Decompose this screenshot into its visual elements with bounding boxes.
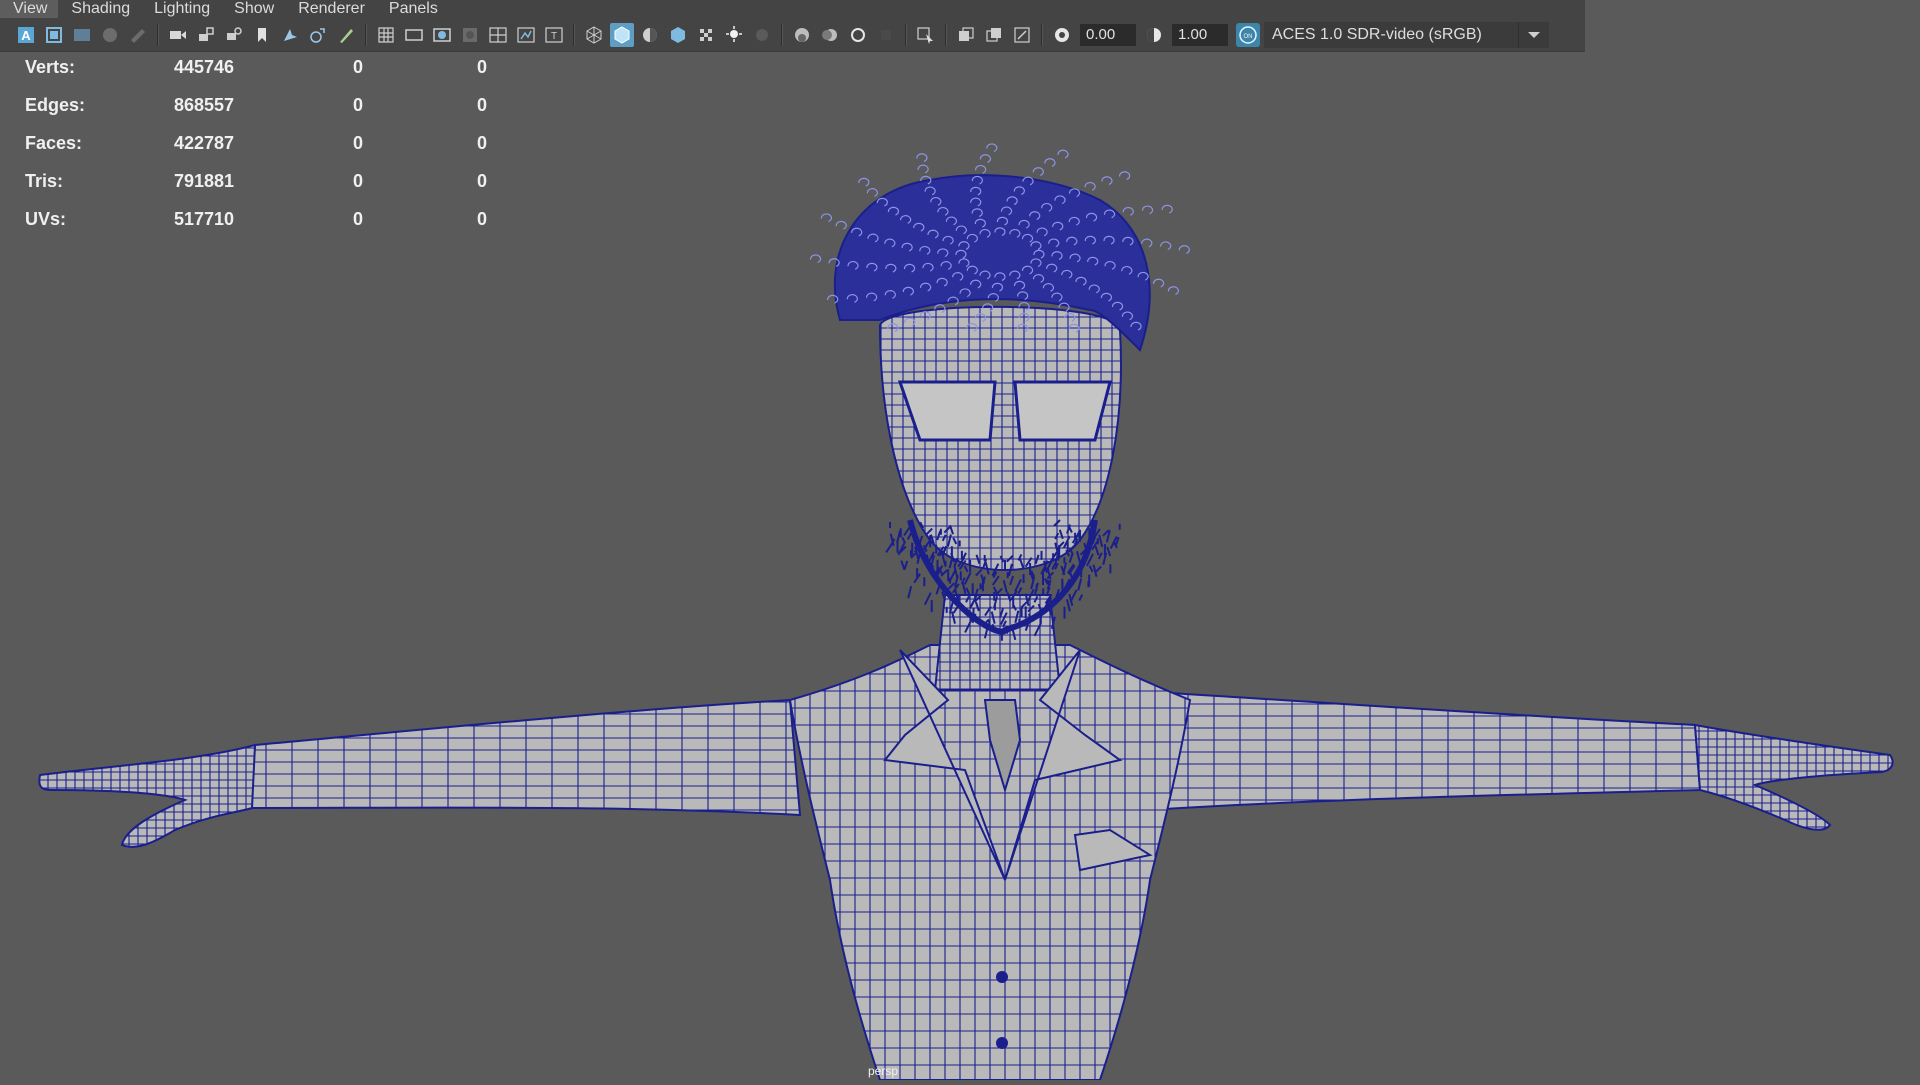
hud-component: 0 xyxy=(477,133,488,153)
grid-icon[interactable] xyxy=(374,23,398,47)
default-material-icon[interactable] xyxy=(638,23,662,47)
3d-viewport[interactable] xyxy=(0,52,1920,1081)
xray-components-icon[interactable] xyxy=(1010,23,1034,47)
hud-total: 868557 xyxy=(174,95,235,115)
hud-label: Faces: xyxy=(25,133,83,153)
image-plane-icon[interactable] xyxy=(98,23,122,47)
view-transform-dropdown[interactable]: ACES 1.0 SDR-video (sRGB) xyxy=(1264,21,1549,48)
smooth-shade-wireframe-icon[interactable] xyxy=(610,22,634,47)
hud-label: Verts: xyxy=(25,57,76,77)
hud-total: 791881 xyxy=(174,171,235,191)
wireframe-icon[interactable] xyxy=(582,23,606,47)
viewport-menu-bar: View Shading Lighting Show Renderer Pane… xyxy=(0,0,1585,18)
exposure-field[interactable]: 0.00 xyxy=(1080,23,1136,46)
xray-joints-icon[interactable] xyxy=(982,23,1006,47)
checker-icon[interactable] xyxy=(694,23,718,47)
anti-aliasing-icon[interactable] xyxy=(846,23,870,47)
menu-lighting[interactable]: Lighting xyxy=(141,0,221,18)
bookmarks-icon[interactable] xyxy=(70,23,94,47)
camera-name-label: persp xyxy=(868,1064,899,1078)
2d-pan-zoom-icon[interactable] xyxy=(126,23,150,47)
hud-label: Tris: xyxy=(25,171,64,191)
hud-selected: 0 xyxy=(353,133,364,153)
field-chart-icon[interactable] xyxy=(486,23,510,47)
svg-text:A: A xyxy=(21,28,31,43)
hud-component: 0 xyxy=(477,209,488,229)
right-hand-mesh xyxy=(1693,723,1894,831)
grease-pencil-icon[interactable] xyxy=(278,23,302,47)
paint-brush-icon[interactable] xyxy=(334,23,358,47)
hud-component: 0 xyxy=(477,171,488,191)
xray-icon[interactable] xyxy=(954,23,978,47)
lights-icon[interactable] xyxy=(722,23,746,47)
safe-title-icon[interactable]: T xyxy=(542,23,566,47)
right-arm-mesh xyxy=(1119,688,1702,814)
character-wireframe-mesh[interactable] xyxy=(0,52,1920,1081)
ambient-occlusion-icon[interactable] xyxy=(790,23,814,47)
shadows-icon[interactable] xyxy=(750,23,774,47)
hud-label: Edges: xyxy=(25,95,86,115)
hud-component: 0 xyxy=(477,57,488,77)
hud-selected: 0 xyxy=(353,171,364,191)
shirt-button xyxy=(996,971,1008,983)
chevron-down-icon[interactable] xyxy=(1518,21,1549,48)
hud-selected: 0 xyxy=(353,95,364,115)
camera-icon[interactable] xyxy=(166,23,190,47)
menu-show[interactable]: Show xyxy=(221,0,285,18)
snap-icon[interactable] xyxy=(306,23,330,47)
hud-selected: 0 xyxy=(353,209,364,229)
depth-of-field-icon[interactable] xyxy=(874,23,898,47)
menu-renderer[interactable]: Renderer xyxy=(285,0,376,18)
toolbar-separator xyxy=(781,23,783,46)
select-camera-icon[interactable]: A xyxy=(14,23,38,47)
color-management-toggle[interactable]: ON xyxy=(1236,22,1260,47)
film-gate-toggle-icon[interactable] xyxy=(402,23,426,47)
toolbar-separator xyxy=(945,23,947,46)
motion-blur-icon[interactable] xyxy=(818,23,842,47)
lock-camera-icon[interactable] xyxy=(194,23,218,47)
hud-selected: 0 xyxy=(353,57,364,77)
textured-icon[interactable] xyxy=(666,23,690,47)
gate-mask-icon[interactable] xyxy=(458,23,482,47)
safe-action-icon[interactable] xyxy=(514,23,538,47)
svg-text:T: T xyxy=(551,31,557,42)
camera-attributes-icon[interactable] xyxy=(42,23,66,47)
toolbar-separator xyxy=(573,23,575,46)
hud-total: 445746 xyxy=(174,57,235,77)
toolbar-separator xyxy=(1041,23,1043,46)
menu-shading[interactable]: Shading xyxy=(58,0,141,18)
resolution-gate-icon[interactable] xyxy=(430,23,454,47)
hud-total: 422787 xyxy=(174,133,235,153)
bookmark-icon[interactable] xyxy=(250,23,274,47)
film-gate-icon[interactable] xyxy=(222,23,246,47)
color-management-badge: ON xyxy=(1244,34,1253,40)
toolbar-separator xyxy=(905,23,907,46)
hud-label: UVs: xyxy=(25,209,67,229)
toolbar-separator xyxy=(157,23,159,46)
viewport-toolbar: A T 0.00 1.00 ON ACES 1.0 SDR-video (sRG… xyxy=(0,18,1585,52)
menu-view[interactable]: View xyxy=(0,0,59,18)
right-lens xyxy=(1013,380,1112,442)
gamma-icon[interactable] xyxy=(1142,23,1166,47)
view-transform-value: ACES 1.0 SDR-video (sRGB) xyxy=(1272,25,1482,43)
toolbar-separator xyxy=(365,23,367,46)
gamma-field[interactable]: 1.00 xyxy=(1172,23,1228,46)
hud-component: 0 xyxy=(477,95,488,115)
exposure-icon[interactable] xyxy=(1050,23,1074,47)
shirt-button xyxy=(996,1037,1008,1049)
hud-total: 517710 xyxy=(174,209,235,229)
isolate-select-icon[interactable] xyxy=(914,23,938,47)
menu-panels[interactable]: Panels xyxy=(376,0,449,18)
